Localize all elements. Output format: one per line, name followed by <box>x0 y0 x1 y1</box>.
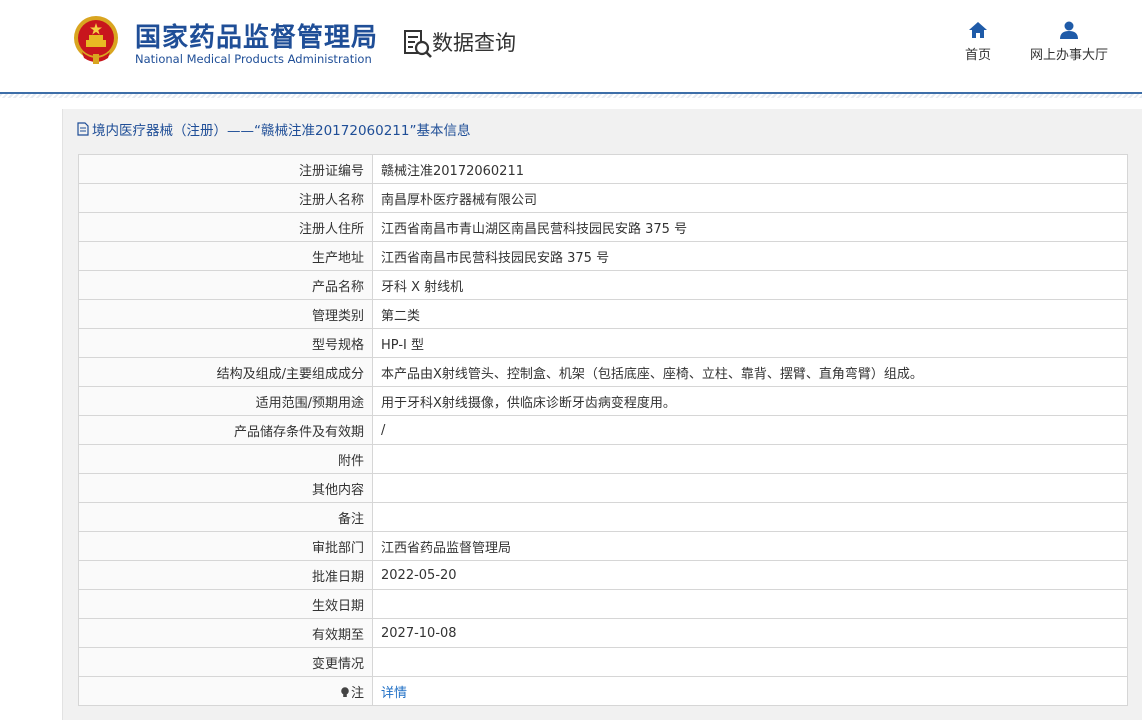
row-label: 其他内容 <box>78 473 373 503</box>
row-label: 有效期至 <box>78 618 373 648</box>
note-value-cell: 详情 <box>372 676 1128 706</box>
row-value: 用于牙科X射线摄像，供临床诊断牙齿病变程度用。 <box>372 386 1128 416</box>
row-label: 产品名称 <box>78 270 373 300</box>
site-header: 国家药品监督管理局 National Medical Products Admi… <box>0 0 1142 93</box>
data-query-icon <box>404 30 432 58</box>
table-row: 备注 <box>78 502 1128 532</box>
table-row: 批准日期 2022-05-20 <box>78 560 1128 590</box>
row-label: 适用范围/预期用途 <box>78 386 373 416</box>
row-value <box>372 444 1128 474</box>
data-query-title: 数据查询 <box>432 31 516 55</box>
row-label: 注册人住所 <box>78 212 373 242</box>
table-row: 产品储存条件及有效期 / <box>78 415 1128 445</box>
note-label-cell: 注 <box>78 676 373 706</box>
row-label: 管理类别 <box>78 299 373 329</box>
row-label: 变更情况 <box>78 647 373 677</box>
panel-title: 境内医疗器械（注册）——“赣械注准20172060211”基本信息 <box>77 119 470 139</box>
row-value: 江西省南昌市青山湖区南昌民营科技园民安路 375 号 <box>372 212 1128 242</box>
row-label: 注册证编号 <box>78 154 373 184</box>
table-row: 有效期至 2027-10-08 <box>78 618 1128 648</box>
row-value: 江西省南昌市民营科技园民安路 375 号 <box>372 241 1128 271</box>
info-table-wrapper: 注册证编号 赣械注准20172060211 注册人名称 南昌厚朴医疗器械有限公司 注… <box>78 154 1128 706</box>
row-label: 产品储存条件及有效期 <box>78 415 373 445</box>
row-value: 2027-10-08 <box>372 618 1128 648</box>
table-row: 注册人名称 南昌厚朴医疗器械有限公司 <box>78 183 1128 213</box>
details-link[interactable]: 详情 <box>381 686 407 701</box>
table-row: 注册证编号 赣械注准20172060211 <box>78 154 1128 184</box>
table-row: 适用范围/预期用途 用于牙科X射线摄像，供临床诊断牙齿病变程度用。 <box>78 386 1128 416</box>
row-label: 型号规格 <box>78 328 373 358</box>
nav-online-service-hall[interactable]: 网上办事大厅 <box>1025 20 1113 63</box>
row-label: 备注 <box>78 502 373 532</box>
row-label: 注册人名称 <box>78 183 373 213</box>
table-row: 注册人住所 江西省南昌市青山湖区南昌民营科技园民安路 375 号 <box>78 212 1128 242</box>
site-title-cn: 国家药品监督管理局 <box>135 23 379 53</box>
row-value: 第二类 <box>372 299 1128 329</box>
row-value: HP-I 型 <box>372 328 1128 358</box>
table-row: 管理类别 第二类 <box>78 299 1128 329</box>
site-title-en: National Medical Products Administration <box>135 52 372 66</box>
info-panel: 境内医疗器械（注册）——“赣械注准20172060211”基本信息 注册证编号赣… <box>62 109 1142 720</box>
note-label: 注 <box>350 685 364 701</box>
table-row: 结构及组成/主要组成成分 本产品由X射线管头、控制盒、机架（包括底座、座椅、立柱、… <box>78 357 1128 387</box>
panel-title-text: 境内医疗器械（注册）——“赣械注准20172060211”基本信息 <box>92 123 471 139</box>
row-value: 赣械注准20172060211 <box>372 154 1128 184</box>
home-icon <box>969 22 987 38</box>
row-value: 南昌厚朴医疗器械有限公司 <box>372 183 1128 213</box>
user-icon <box>1060 21 1078 39</box>
row-label: 生产地址 <box>78 241 373 271</box>
table-row: 附件 <box>78 444 1128 474</box>
row-value: 江西省药品监督管理局 <box>372 531 1128 561</box>
row-value: / <box>372 415 1128 445</box>
row-value <box>372 589 1128 619</box>
row-label: 生效日期 <box>78 589 373 619</box>
table-row: 变更情况 <box>78 647 1128 677</box>
row-label: 审批部门 <box>78 531 373 561</box>
row-label: 结构及组成/主要组成成分 <box>78 357 373 387</box>
row-value <box>372 473 1128 503</box>
bulb-icon <box>341 686 349 697</box>
table-row-note: 注 详情 <box>78 676 1128 706</box>
table-row: 审批部门 江西省药品监督管理局 <box>78 531 1128 561</box>
row-label: 批准日期 <box>78 560 373 590</box>
row-label: 附件 <box>78 444 373 474</box>
table-row: 产品名称 牙科 X 射线机 <box>78 270 1128 300</box>
table-row: 型号规格 HP-I 型 <box>78 328 1128 358</box>
nav-home[interactable]: 首页 <box>958 20 998 63</box>
row-value: 2022-05-20 <box>372 560 1128 590</box>
nav-home-label: 首页 <box>964 48 991 63</box>
basic-info-table: 注册证编号 赣械注准20172060211 注册人名称 南昌厚朴医疗器械有限公司 注… <box>78 154 1128 706</box>
document-icon <box>77 122 89 136</box>
table-row: 生效日期 <box>78 589 1128 619</box>
table-row: 生产地址 江西省南昌市民营科技园民安路 375 号 <box>78 241 1128 271</box>
national-emblem-logo <box>74 16 118 64</box>
row-value: 牙科 X 射线机 <box>372 270 1128 300</box>
row-value <box>372 647 1128 677</box>
table-row: 其他内容 <box>78 473 1128 503</box>
nav-online-service-hall-label: 网上办事大厅 <box>1029 48 1108 63</box>
header-stripe <box>0 94 1142 98</box>
row-value: 本产品由X射线管头、控制盒、机架（包括底座、座椅、立柱、靠背、摆臂、直角弯臂）组… <box>372 357 1128 387</box>
row-value <box>372 502 1128 532</box>
